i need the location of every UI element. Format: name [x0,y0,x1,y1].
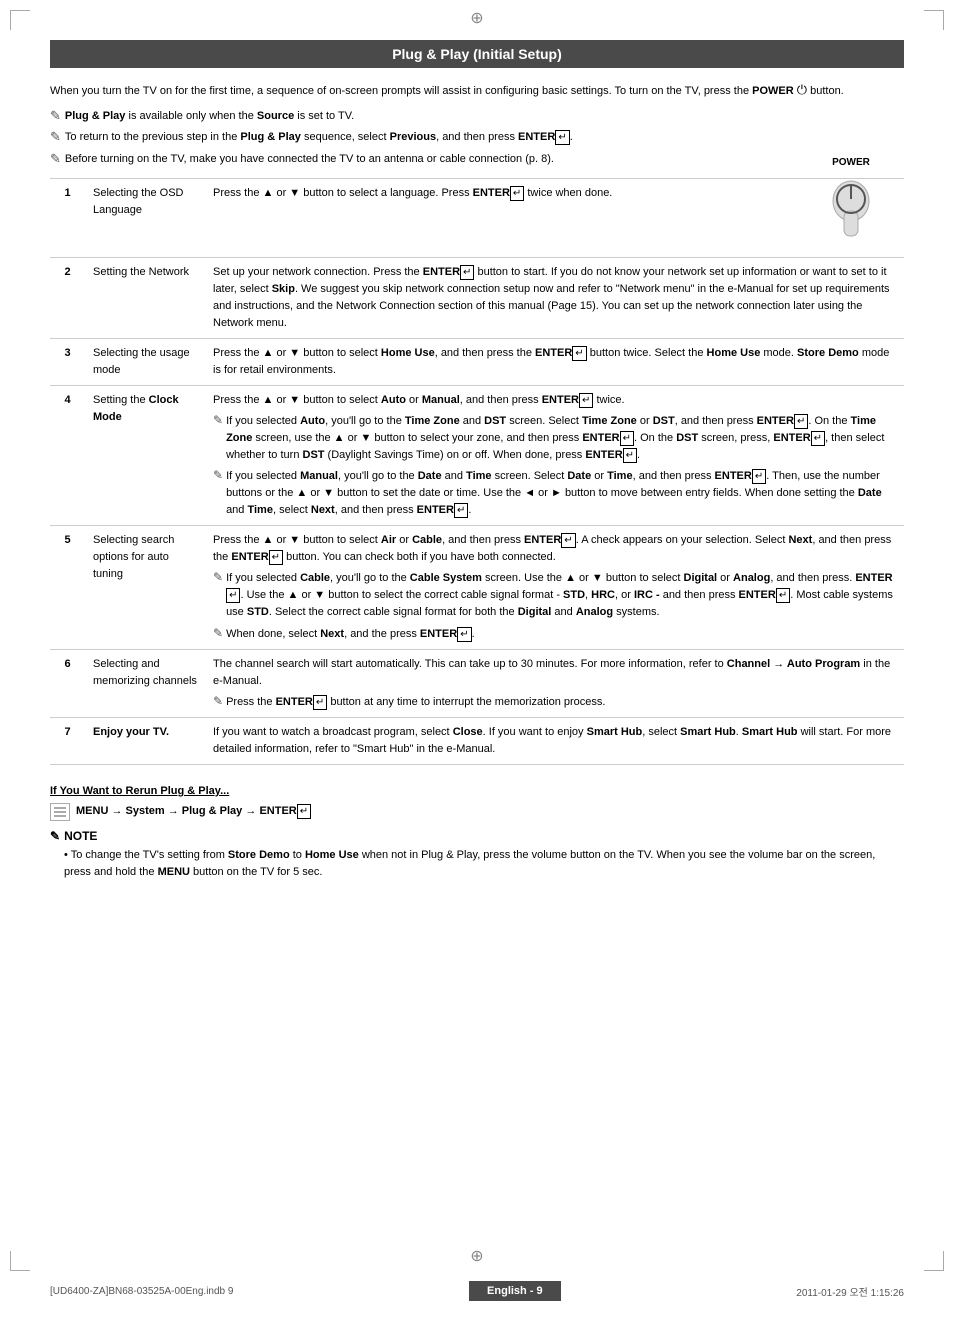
bottom-section: If You Want to Rerun Plug & Play... MENU… [50,785,904,881]
page-title: Plug & Play (Initial Setup) [50,40,904,68]
step-content-5: Press the ▲ or ▼ button to select Air or… [205,526,904,649]
note-section-icon: ✎ [50,829,60,843]
power-keyword: POWER [752,85,794,97]
step-row-5: 5 Selecting search options for auto tuni… [50,526,904,649]
footer-left: [UD6400-ZA]BN68-03525A-00Eng.indb 9 [50,1286,233,1297]
step-row-4: 4 Setting the Clock Mode Press the ▲ or … [50,385,904,525]
menu-path: MENU → System → Plug & Play → ENTER↵ [76,804,311,819]
note-text-1: Plug & Play is available only when the S… [65,108,904,125]
step-label-1: Selecting the OSD Language [85,179,205,258]
note-text-2: To return to the previous step in the Pl… [65,129,904,146]
note-icon-3: ✎ [50,151,61,168]
power-graphic: POWER [806,155,896,251]
step-row-3: 3 Selecting the usage mode Press the ▲ o… [50,338,904,385]
menu-line: MENU → System → Plug & Play → ENTER↵ [50,803,904,821]
step-content-3: Press the ▲ or ▼ button to select Home U… [205,338,904,385]
step-num-7: 7 [50,717,85,764]
note-bullet: To change the TV's setting from Store De… [64,847,904,881]
step-content-6: The channel search will start automatica… [205,649,904,717]
step-label-2: Setting the Network [85,257,205,338]
page: Plug & Play (Initial Setup) When you tur… [0,0,954,1321]
step-num-6: 6 [50,649,85,717]
step-label-5: Selecting search options for auto tuning [85,526,205,649]
corner-mark-tl [10,10,30,30]
step-note-5a: ✎ If you selected Cable, you'll go to th… [213,570,896,621]
step-num-3: 3 [50,338,85,385]
step-note-4a: ✎ If you selected Auto, you'll go to the… [213,413,896,464]
note-icon-2: ✎ [50,129,61,146]
menu-icon-box [50,803,70,821]
bottom-crosshair: ⊕ [470,1246,483,1266]
step-content-2: Set up your network connection. Press th… [205,257,904,338]
step-num-4: 4 [50,385,85,525]
step-row-1: 1 Selecting the OSD Language Press the ▲… [50,179,904,258]
step-content-4: Press the ▲ or ▼ button to select Auto o… [205,385,904,525]
power-icon: ⏻ [797,82,807,97]
step-num-2: 2 [50,257,85,338]
steps-table: 1 Selecting the OSD Language Press the ▲… [50,178,904,765]
corner-mark-bl [10,1251,30,1271]
footer: [UD6400-ZA]BN68-03525A-00Eng.indb 9 Engl… [0,1281,954,1301]
step-num-1: 1 [50,179,85,258]
step-note-6a: ✎ Press the ENTER↵ button at any time to… [213,694,896,711]
menu-icon [53,806,67,818]
note-icon-1: ✎ [50,108,61,125]
step-row-2: 2 Setting the Network Set up your networ… [50,257,904,338]
step-label-4: Setting the Clock Mode [85,385,205,525]
note-section-title-text: NOTE [64,829,97,843]
note-line-2: ✎ To return to the previous step in the … [50,129,904,146]
note-line-3: ✎ Before turning on the TV, make you hav… [50,151,904,168]
top-crosshair: ⊕ [470,8,483,28]
step-note-4b: ✎ If you selected Manual, you'll go to t… [213,468,896,519]
step-row-7: 7 Enjoy your TV. If you want to watch a … [50,717,904,764]
step-label-7: Enjoy your TV. [85,717,205,764]
step-num-5: 5 [50,526,85,649]
corner-mark-tr [924,10,944,30]
power-label: POWER [832,155,870,171]
step-note-5b: ✎ When done, select Next, and the press … [213,626,896,643]
footer-right: 2011-01-29 오전 1:15:26 [796,1284,904,1299]
step-content-7: If you want to watch a broadcast program… [205,717,904,764]
power-button-svg [816,171,886,251]
note-section-header: ✎ NOTE [50,829,904,843]
rerun-title: If You Want to Rerun Plug & Play... [50,785,904,797]
note-text-3: Before turning on the TV, make you have … [65,151,904,168]
intro-paragraph: When you turn the TV on for the first ti… [50,80,904,100]
footer-center: English - 9 [469,1281,561,1301]
note-line-1: ✎ Plug & Play is available only when the… [50,108,904,125]
corner-mark-br [924,1251,944,1271]
step-label-3: Selecting the usage mode [85,338,205,385]
step-label-6: Selecting and memorizing channels [85,649,205,717]
step-row-6: 6 Selecting and memorizing channels The … [50,649,904,717]
step-content-1: Press the ▲ or ▼ button to select a lang… [205,179,904,258]
